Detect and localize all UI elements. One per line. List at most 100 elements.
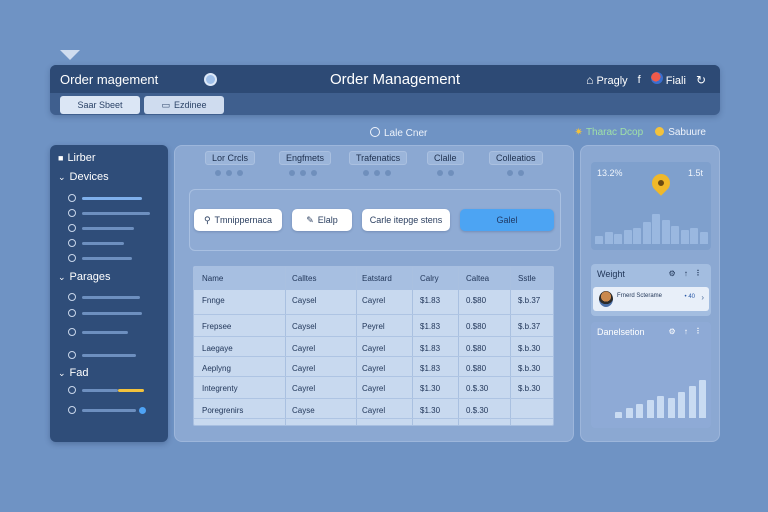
table-cell: $1.30 <box>420 406 441 415</box>
weight-item-name: Frnerd Scterame <box>617 293 663 299</box>
chart-bar <box>595 236 603 244</box>
sidebar-section-devices[interactable]: ⌄ Devices <box>58 171 109 183</box>
table-cell: Caysel <box>292 322 317 331</box>
col-header[interactable]: Eatstard <box>362 274 392 283</box>
globe-icon[interactable] <box>204 73 217 86</box>
sidebar-item[interactable] <box>68 253 156 263</box>
chart-bar <box>690 228 698 244</box>
table-cell: $.b.30 <box>518 344 541 353</box>
table-cell: 0.$80 <box>466 364 487 373</box>
item-icon <box>68 194 76 202</box>
col-header[interactable]: Sstle <box>518 274 536 283</box>
dot-icon <box>655 127 665 136</box>
tab-ezdinee[interactable]: ▭ Ezdinee <box>144 96 224 114</box>
chart-bar <box>657 396 664 418</box>
table-cell: Frepsee <box>202 322 232 331</box>
weight-list-item[interactable]: Frnerd Scterame • 40 › <box>593 287 709 311</box>
refresh-icon[interactable]: ↻ <box>696 73 706 87</box>
center-user-label[interactable]: Lale Cner <box>370 127 427 139</box>
col-header[interactable]: Calltes <box>292 274 316 283</box>
sidebar-item[interactable] <box>68 208 156 218</box>
action-button-3[interactable]: Carle itepge stens <box>362 209 450 231</box>
primary-action-button[interactable]: Galel <box>460 209 554 231</box>
table-cell: Integrenty <box>202 384 238 393</box>
chart-bar <box>604 232 613 244</box>
sidebar-item[interactable] <box>68 292 156 302</box>
action-button-1[interactable]: ⚲ Tmnippernaca <box>194 209 282 231</box>
home-button[interactable]: ⌂ Pragly <box>586 73 628 87</box>
card-controls[interactable]: ⚙ ↑ ⠇ <box>669 269 705 278</box>
table-cell: $1.83 <box>420 296 441 305</box>
action-button-2[interactable]: ✎ Elalp <box>292 209 352 231</box>
col-header[interactable]: Caltea <box>466 274 489 283</box>
page-icon: ▭ <box>161 99 170 110</box>
orders-table: Name Calltes Eatstard Calry Caltea Sstle… <box>193 266 554 426</box>
tab-lor-crcls[interactable]: Lor Crcls <box>205 151 256 165</box>
main-panel: Lor Crcls Engfmets Trafenatics Clalle Co… <box>174 145 574 442</box>
sidebar-item[interactable] <box>68 223 156 233</box>
app-title: Order magement <box>60 72 159 87</box>
status-item-sabuure[interactable]: Sabuure <box>655 127 706 138</box>
map-pin-icon[interactable] <box>648 170 674 196</box>
table-cell: Cayrel <box>362 296 386 305</box>
item-icon <box>68 386 76 394</box>
chart-bar <box>625 408 633 418</box>
sidebar-section-parages[interactable]: ⌄ Parages <box>58 271 111 283</box>
chart-bar <box>688 386 696 418</box>
avatar <box>599 291 613 307</box>
top-bar: Order magement Order Management ⌂ Pragly… <box>50 65 720 139</box>
item-icon <box>68 293 76 301</box>
table-cell: Peyrel <box>362 322 385 331</box>
chevron-down-icon: ⌄ <box>58 272 66 282</box>
sidebar-item[interactable] <box>68 308 156 318</box>
col-header[interactable]: Name <box>202 274 223 283</box>
chevron-right-icon[interactable]: › <box>701 293 704 302</box>
table-cell: 0.$80 <box>466 344 487 353</box>
table-cell: Poregrenirs <box>202 406 244 415</box>
sidebar-item[interactable] <box>68 193 156 203</box>
item-icon <box>68 239 76 247</box>
pager-dots <box>215 170 243 176</box>
table-cell: Fnnge <box>202 296 225 305</box>
window-title: Order Management <box>330 71 461 88</box>
chart-bar <box>615 412 622 418</box>
table-cell: Cayse <box>292 406 315 415</box>
flag-icon <box>650 72 663 84</box>
tab-colleatios[interactable]: Colleatios <box>489 151 543 165</box>
table-cell: Cayrel <box>362 384 386 393</box>
tab-pointer <box>60 50 80 60</box>
language-button[interactable]: Fiali <box>650 72 686 87</box>
sidebar-slider[interactable] <box>68 385 156 395</box>
item-icon <box>68 254 76 262</box>
chart-bar <box>614 234 622 244</box>
slider-handle[interactable] <box>139 407 146 414</box>
tab-clalle[interactable]: Clalle <box>427 151 464 165</box>
table-cell: $1.83 <box>420 364 441 373</box>
table-cell: $.b.30 <box>518 384 541 393</box>
tab-engfmets[interactable]: Engfmets <box>279 151 332 165</box>
item-icon <box>68 328 76 336</box>
sidebar-section-fad[interactable]: ⌄ Fad <box>58 367 89 379</box>
chart-bar <box>623 230 632 244</box>
chart-bar <box>678 392 685 418</box>
table-cell: $1.30 <box>420 384 441 393</box>
sidebar-item[interactable] <box>68 327 156 337</box>
distribution-card: Danelsetion ⚙ ↑ ⠇ <box>591 322 711 428</box>
sidebar-title[interactable]: ■ Lirber <box>58 152 96 164</box>
tab-trafenatics[interactable]: Trafenatics <box>349 151 408 165</box>
chevron-down-icon: ⌄ <box>58 172 66 182</box>
chart-bar <box>671 226 679 244</box>
status-item-theme[interactable]: ✷ Tharac Dcop <box>575 127 644 138</box>
col-header[interactable]: Calry <box>420 274 439 283</box>
item-icon <box>68 209 76 217</box>
sidebar-item[interactable] <box>68 238 156 248</box>
info-button[interactable]: f <box>638 74 641 86</box>
chart-bar <box>642 222 651 244</box>
main-tabs: Lor Crcls Engfmets Trafenatics Clalle Co… <box>205 151 555 167</box>
chart-bar <box>636 404 643 418</box>
sidebar-item[interactable] <box>68 350 156 360</box>
card-controls[interactable]: ⚙ ↑ ⠇ <box>669 327 705 336</box>
tab-saar-sbeet[interactable]: Saar Sbeet <box>60 96 140 114</box>
menu-icon: ■ <box>58 153 64 163</box>
pager-dots <box>363 170 391 176</box>
